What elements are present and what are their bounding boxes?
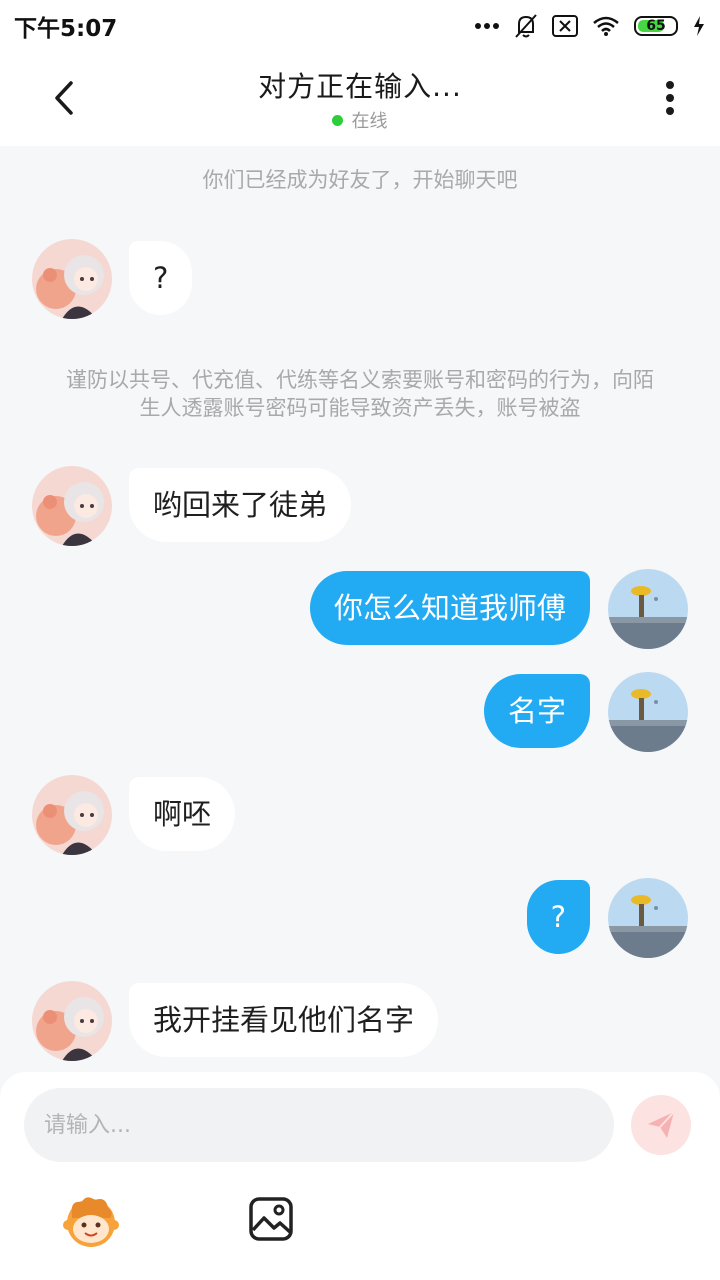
battery-indicator: 65 [634, 16, 678, 36]
message-row-incoming: ? [0, 239, 720, 319]
status-time: 下午5:07 [14, 16, 118, 42]
image-button[interactable] [248, 1196, 294, 1242]
message-row-outgoing: ? [0, 878, 720, 958]
incoming-message-bubble[interactable]: 我开挂看见他们名字 [129, 983, 439, 1057]
friend-avatar[interactable] [32, 239, 112, 319]
outgoing-message-bubble[interactable]: ? [526, 880, 590, 954]
send-button[interactable] [631, 1095, 691, 1155]
status-icons: 65 [474, 13, 706, 39]
message-composer [0, 1072, 720, 1280]
more-icon [666, 81, 674, 115]
send-icon [648, 1111, 675, 1138]
incoming-message-bubble[interactable]: ? [129, 241, 193, 315]
status-bar: 下午5:07 65 [0, 0, 720, 52]
my-avatar[interactable] [608, 672, 688, 752]
message-row-outgoing: 你怎么知道我师傅 [0, 569, 720, 649]
wifi-icon [593, 16, 619, 36]
emoji-button[interactable] [62, 1192, 120, 1250]
friend-avatar[interactable] [32, 466, 112, 546]
message-input[interactable] [24, 1088, 614, 1162]
friend-avatar[interactable] [32, 981, 112, 1061]
emoji-icon [63, 1197, 119, 1247]
outgoing-message-bubble[interactable]: 你怎么知道我师傅 [309, 571, 590, 645]
online-dot [332, 114, 344, 126]
system-message: 你们已经成为好友了，开始聊天吧 [202, 168, 518, 192]
online-label: 在线 [351, 111, 388, 132]
outgoing-message-bubble[interactable]: 名字 [483, 674, 590, 748]
my-avatar[interactable] [608, 878, 688, 958]
online-status: 在线 [258, 107, 462, 133]
charging-icon [694, 16, 704, 36]
chat-area[interactable]: 你们已经成为好友了，开始聊天吧 ? 谨防以共号、代充值、代练等名义索要账号和密码… [0, 146, 720, 1076]
back-button[interactable] [40, 74, 88, 122]
back-icon [55, 81, 73, 115]
message-row-incoming: 啊呸 [0, 775, 720, 855]
message-row-incoming: 哟回来了徒弟 [0, 466, 720, 546]
sim-icon [552, 15, 578, 37]
battery-percent: 65 [646, 18, 666, 34]
message-row-outgoing: 名字 [0, 672, 720, 752]
header-center: 对方正在输入... 在线 [258, 65, 462, 133]
incoming-message-bubble[interactable]: 哟回来了徒弟 [129, 468, 352, 542]
chat-header: 对方正在输入... 在线 [0, 52, 720, 146]
chat-title: 对方正在输入... [258, 70, 462, 103]
security-warning: 谨防以共号、代充值、代练等名义索要账号和密码的行为，向陌生人透露账号密码可能导致… [66, 368, 654, 420]
message-row-incoming: 我开挂看见他们名字 [0, 981, 720, 1061]
image-icon [249, 1197, 293, 1241]
incoming-message-bubble[interactable]: 啊呸 [129, 777, 236, 851]
mute-icon [515, 14, 537, 38]
more-dots-icon [475, 23, 499, 29]
more-button[interactable] [646, 74, 694, 122]
my-avatar[interactable] [608, 569, 688, 649]
friend-avatar[interactable] [32, 775, 112, 855]
